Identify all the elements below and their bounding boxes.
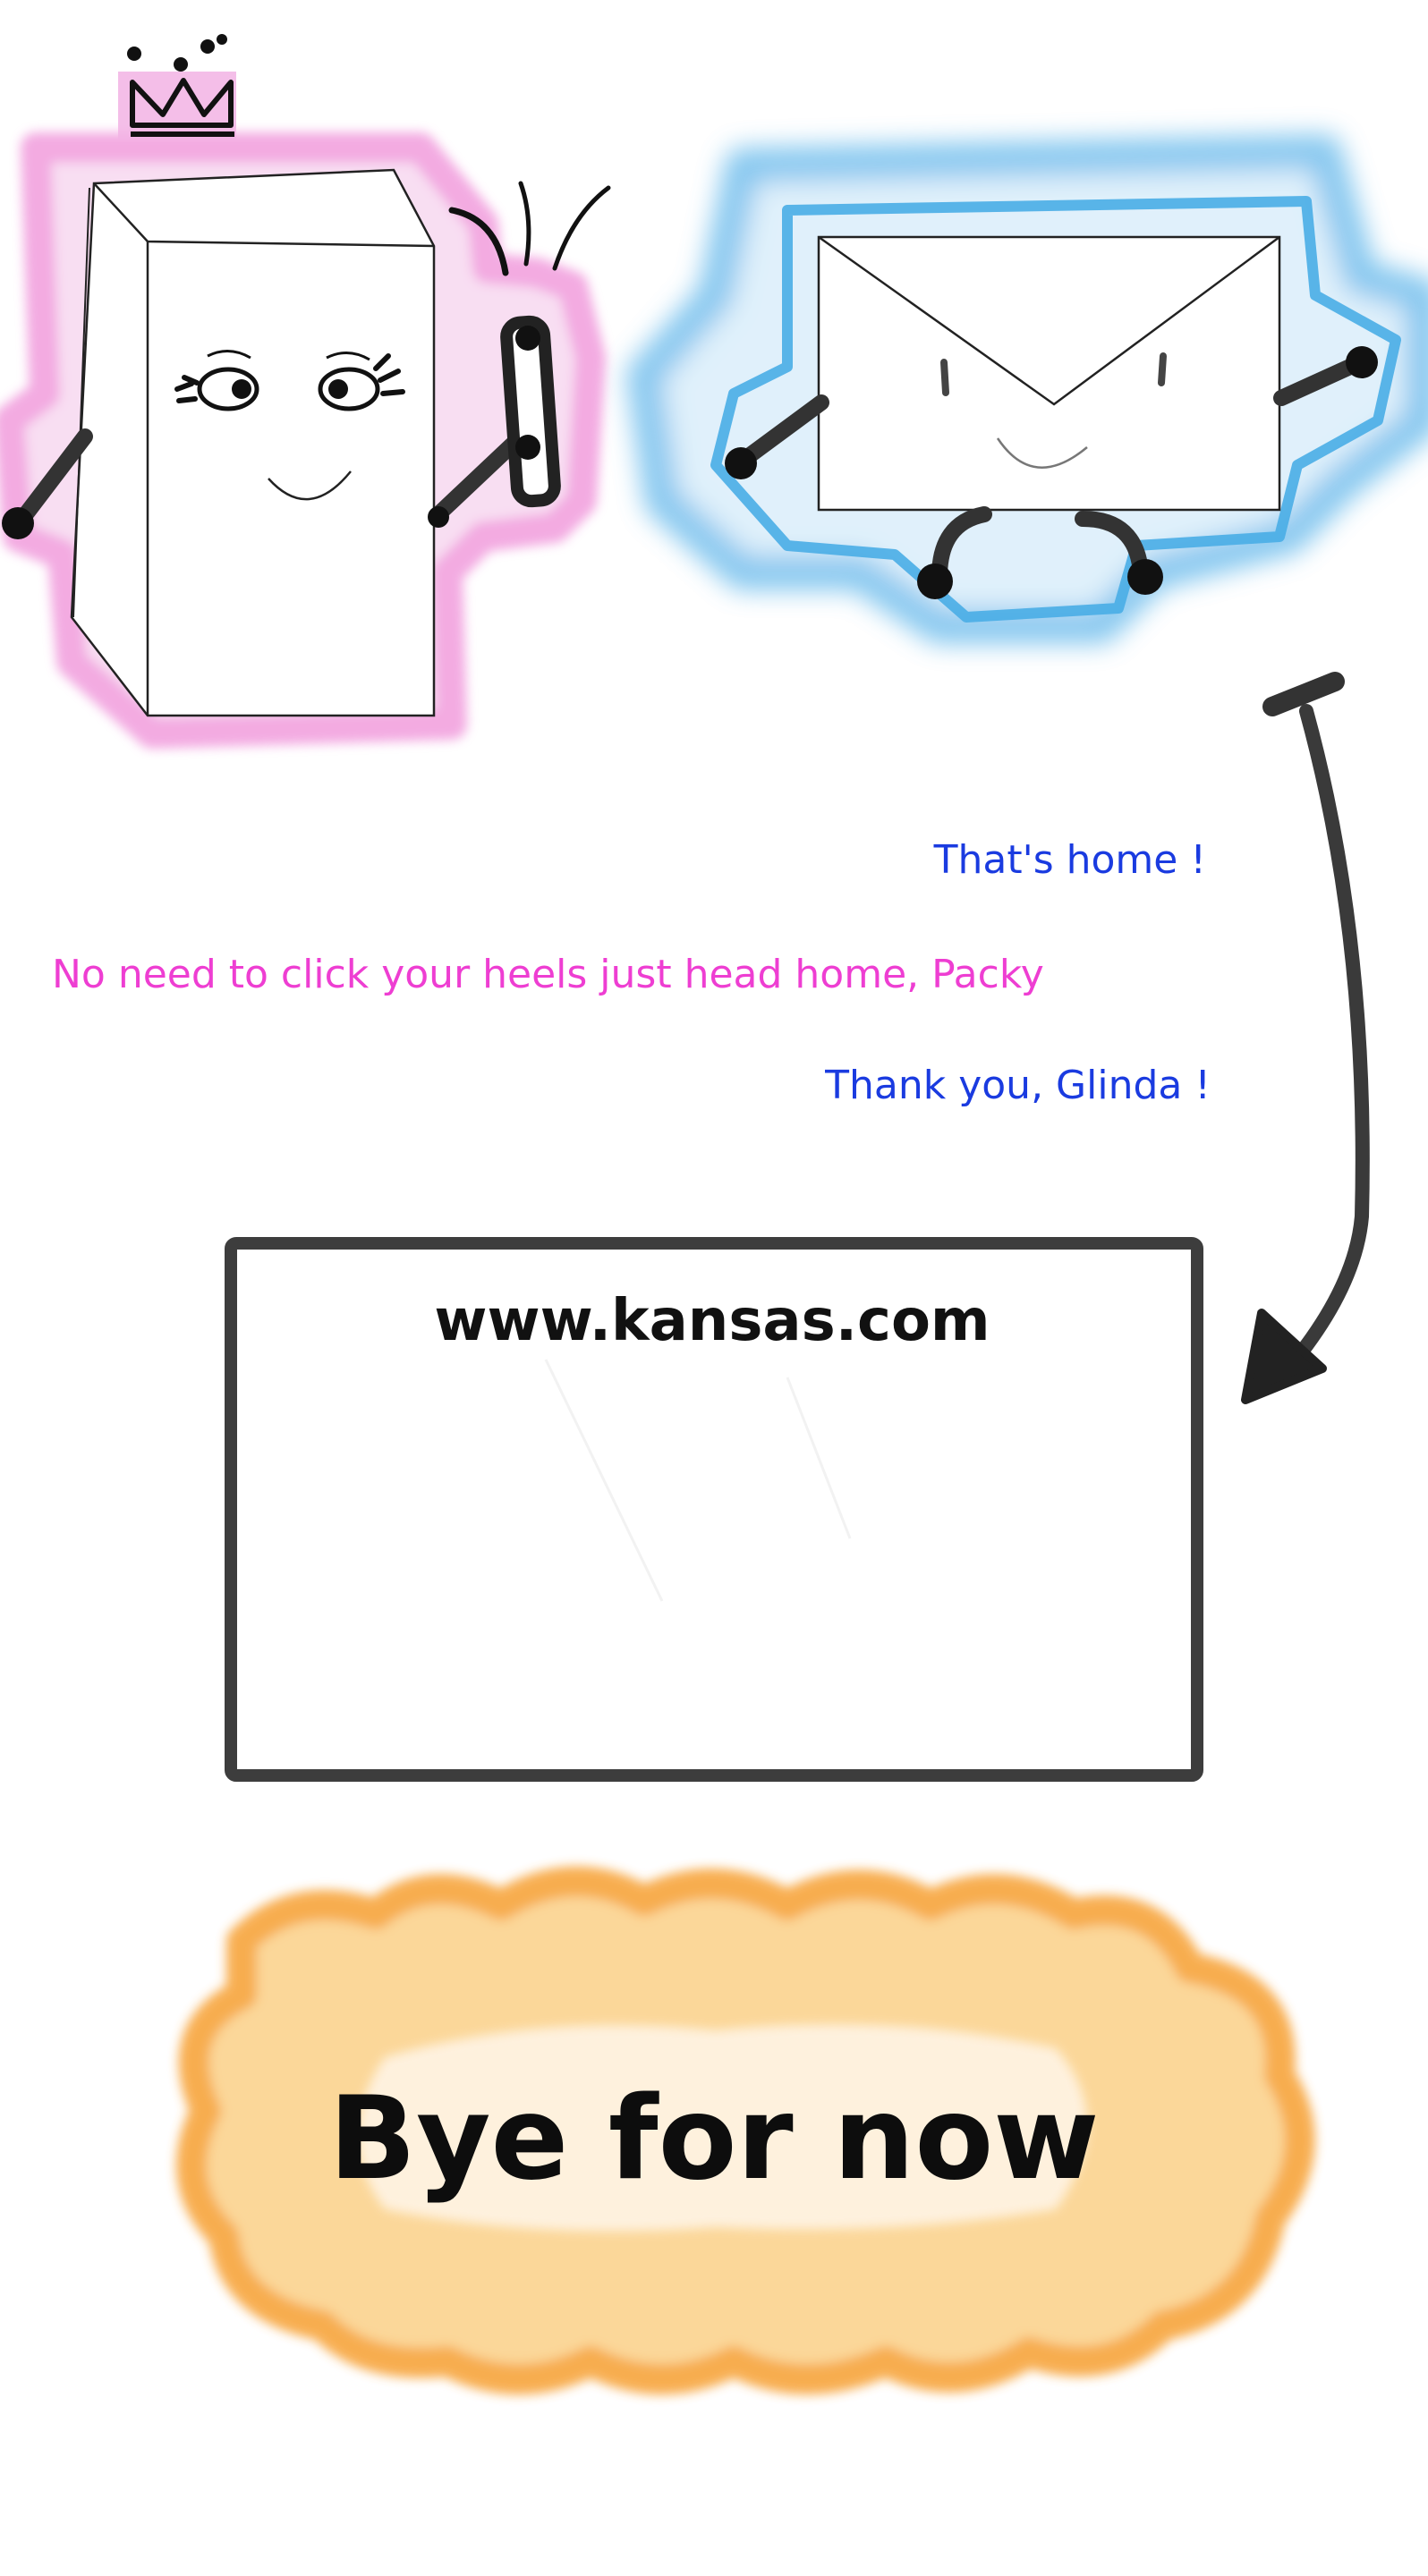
packy-speech-1: That's home ! — [933, 837, 1206, 883]
packy-character — [626, 134, 1428, 644]
packy-speech-2: Thank you, Glinda ! — [825, 1063, 1211, 1108]
bye-text: Bye for now — [328, 2072, 1100, 2206]
glinda-speech: No need to click your heels just head ho… — [52, 952, 1044, 997]
comic-panel: That's home ! No need to click your heel… — [0, 0, 1428, 2576]
curved-arrow-icon — [1241, 672, 1370, 1404]
glinda-character — [0, 34, 611, 749]
crown-icon — [118, 34, 236, 140]
url-text: www.kansas.com — [434, 1288, 990, 1354]
